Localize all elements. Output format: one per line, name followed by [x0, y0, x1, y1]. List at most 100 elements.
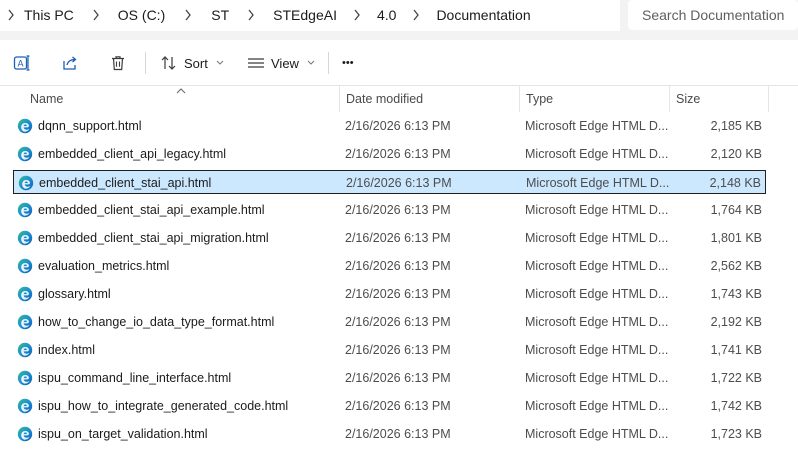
- edge-html-file-icon: [17, 370, 33, 386]
- column-header-size[interactable]: Size: [676, 86, 700, 112]
- chevron-right-icon[interactable]: [398, 1, 434, 29]
- edge-html-file-icon: [17, 286, 33, 302]
- file-date-modified: 2/16/2026 6:13 PM: [345, 399, 451, 413]
- file-date-modified: 2/16/2026 6:13 PM: [345, 371, 451, 385]
- file-row[interactable]: evaluation_metrics.html 2/16/2026 6:13 P…: [13, 254, 766, 278]
- file-row[interactable]: embedded_client_stai_api_example.html 2/…: [13, 198, 766, 222]
- file-row[interactable]: ispu_command_line_interface.html 2/16/20…: [13, 366, 766, 390]
- share-icon[interactable]: [58, 52, 82, 74]
- file-type: Microsoft Edge HTML D...: [525, 287, 669, 301]
- sort-button[interactable]: Sort: [160, 52, 224, 74]
- file-size: 1,801 KB: [710, 231, 762, 245]
- file-name: how_to_change_io_data_type_format.html: [38, 315, 275, 329]
- file-date-modified: 2/16/2026 6:13 PM: [345, 315, 451, 329]
- breadcrumb-documentation[interactable]: Documentation: [434, 7, 532, 23]
- file-name: ispu_how_to_integrate_generated_code.htm…: [38, 399, 289, 413]
- file-name: ispu_command_line_interface.html: [38, 371, 232, 385]
- edge-html-file-icon: [17, 146, 33, 162]
- file-row[interactable]: embedded_client_stai_api_migration.html …: [13, 226, 766, 250]
- edge-html-file-icon: [17, 342, 33, 358]
- column-separator[interactable]: [519, 86, 520, 112]
- file-name: index.html: [38, 343, 95, 357]
- file-size: 2,120 KB: [710, 147, 762, 161]
- file-type: Microsoft Edge HTML D...: [525, 427, 669, 441]
- rename-icon[interactable]: A: [10, 52, 34, 74]
- file-type: Microsoft Edge HTML D...: [525, 399, 669, 413]
- edge-html-file-icon: [18, 175, 34, 191]
- view-icon: [247, 55, 265, 71]
- breadcrumb-st[interactable]: ST: [209, 7, 231, 23]
- column-separator[interactable]: [768, 86, 769, 112]
- file-row[interactable]: ispu_on_target_validation.html 2/16/2026…: [13, 422, 766, 446]
- file-date-modified: 2/16/2026 6:13 PM: [345, 203, 451, 217]
- file-row[interactable]: dqnn_support.html 2/16/2026 6:13 PM Micr…: [13, 114, 766, 138]
- more-icon: •••: [342, 57, 354, 69]
- file-date-modified: 2/16/2026 6:13 PM: [345, 287, 451, 301]
- file-name: glossary.html: [38, 287, 111, 301]
- delete-icon[interactable]: [106, 52, 130, 74]
- breadcrumb-this-pc[interactable]: This PC: [22, 7, 76, 23]
- chevron-right-icon[interactable]: [231, 1, 271, 29]
- file-name: evaluation_metrics.html: [38, 259, 170, 273]
- column-separator[interactable]: [669, 86, 670, 112]
- file-name: ispu_on_target_validation.html: [38, 427, 208, 441]
- file-row[interactable]: how_to_change_io_data_type_format.html 2…: [13, 310, 766, 334]
- file-date-modified: 2/16/2026 6:13 PM: [345, 147, 451, 161]
- breadcrumb-version[interactable]: 4.0: [375, 7, 398, 23]
- file-row[interactable]: index.html 2/16/2026 6:13 PM Microsoft E…: [13, 338, 766, 362]
- column-header-type[interactable]: Type: [526, 86, 553, 112]
- file-type: Microsoft Edge HTML D...: [525, 315, 669, 329]
- column-header-date[interactable]: Date modified: [346, 86, 423, 112]
- file-size: 1,742 KB: [710, 399, 762, 413]
- column-header-name[interactable]: Name: [30, 86, 63, 112]
- chevron-right-icon[interactable]: [167, 1, 209, 29]
- chevron-right-icon[interactable]: [0, 1, 22, 29]
- breadcrumb[interactable]: This PC OS (C:) ST STEdgeAI 4.0 Document…: [0, 0, 620, 31]
- file-size: 1,722 KB: [710, 371, 762, 385]
- breadcrumb-stedgeai[interactable]: STEdgeAI: [271, 7, 339, 23]
- file-date-modified: 2/16/2026 6:13 PM: [345, 259, 451, 273]
- file-type: Microsoft Edge HTML D...: [525, 343, 669, 357]
- file-size: 1,723 KB: [710, 427, 762, 441]
- file-row[interactable]: embedded_client_stai_api.html 2/16/2026 …: [13, 170, 766, 194]
- toolbar-divider: [145, 52, 146, 74]
- edge-html-file-icon: [17, 258, 33, 274]
- chevron-right-icon[interactable]: [76, 1, 116, 29]
- file-date-modified: 2/16/2026 6:13 PM: [346, 176, 452, 190]
- file-row[interactable]: glossary.html 2/16/2026 6:13 PM Microsof…: [13, 282, 766, 306]
- column-header-row: Name Date modified Type Size: [0, 86, 798, 112]
- file-row[interactable]: ispu_how_to_integrate_generated_code.htm…: [13, 394, 766, 418]
- chevron-right-icon[interactable]: [339, 1, 375, 29]
- file-size: 2,192 KB: [710, 315, 762, 329]
- file-row[interactable]: embedded_client_api_legacy.html 2/16/202…: [13, 142, 766, 166]
- chevron-down-icon: [307, 59, 315, 68]
- search-input[interactable]: Search Documentation: [628, 0, 798, 30]
- file-type: Microsoft Edge HTML D...: [525, 231, 669, 245]
- file-name: embedded_client_stai_api_example.html: [38, 203, 265, 217]
- file-name: embedded_client_stai_api_migration.html: [38, 231, 269, 245]
- file-type: Microsoft Edge HTML D...: [525, 119, 669, 133]
- edge-html-file-icon: [17, 202, 33, 218]
- chevron-down-icon: [216, 59, 224, 68]
- breadcrumb-os-c[interactable]: OS (C:): [116, 7, 167, 23]
- file-size: 1,743 KB: [710, 287, 762, 301]
- toolbar-divider: [328, 52, 329, 74]
- file-date-modified: 2/16/2026 6:13 PM: [345, 343, 451, 357]
- command-bar: A Sort View •••: [0, 40, 798, 86]
- address-bar: This PC OS (C:) ST STEdgeAI 4.0 Document…: [0, 0, 798, 40]
- file-size: 1,764 KB: [710, 203, 762, 217]
- sort-icon: [160, 55, 178, 71]
- edge-html-file-icon: [17, 398, 33, 414]
- edge-html-file-icon: [17, 314, 33, 330]
- view-label: View: [271, 55, 299, 71]
- view-button[interactable]: View: [247, 52, 315, 74]
- more-button[interactable]: •••: [342, 52, 354, 74]
- file-size: 1,741 KB: [710, 343, 762, 357]
- sort-label: Sort: [184, 55, 208, 71]
- file-type: Microsoft Edge HTML D...: [525, 203, 669, 217]
- search-placeholder: Search Documentation: [642, 7, 785, 23]
- file-date-modified: 2/16/2026 6:13 PM: [345, 427, 451, 441]
- file-type: Microsoft Edge HTML D...: [525, 259, 669, 273]
- edge-html-file-icon: [17, 118, 33, 134]
- column-separator[interactable]: [339, 86, 340, 112]
